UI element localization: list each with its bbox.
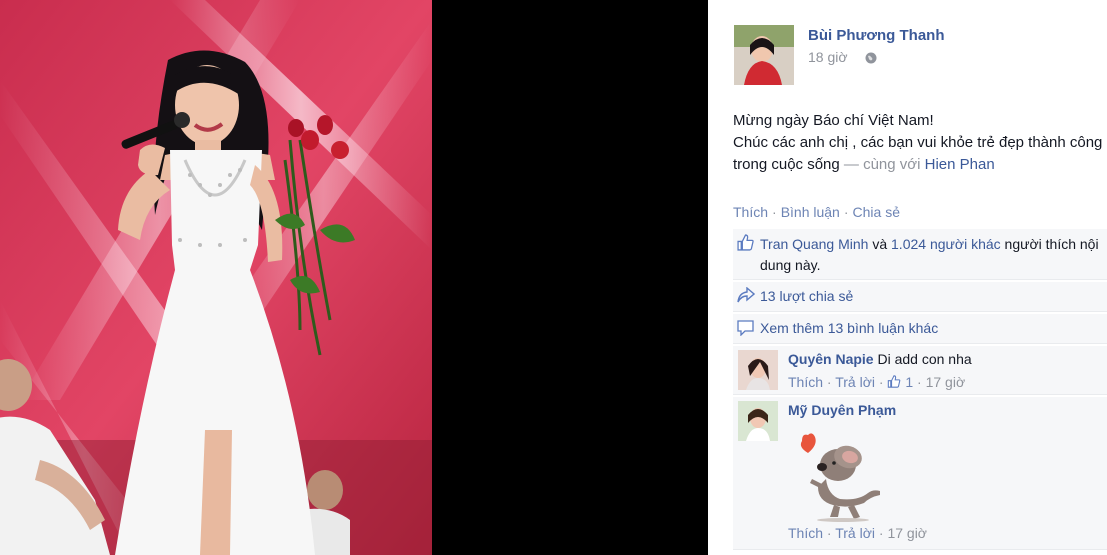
commenter-name[interactable]: Mỹ Duyên Phạm (788, 402, 896, 418)
author-name[interactable]: Bùi Phương Thanh (808, 27, 945, 44)
likes-summary: Tran Quang Minh và 1.024 người khác ngườ… (733, 229, 1107, 280)
comment-item: Mỹ Duyên Phạm Thích · Trả lời · 17 giờ (733, 397, 1107, 550)
separator: · (843, 204, 849, 220)
shares-row[interactable]: 13 lượt chia sẻ (733, 282, 1107, 312)
tagged-person[interactable]: Hien Phan (925, 156, 995, 173)
comment-text: Di add con nha (877, 351, 972, 367)
comment-content: Mỹ Duyên Phạm (788, 402, 896, 418)
commenter-avatar[interactable] (738, 401, 778, 441)
post-message: Mừng ngày Báo chí Việt Nam! Chúc các anh… (733, 110, 1103, 176)
separator: · (878, 374, 884, 390)
likes-and: và (872, 236, 888, 252)
separator: · (826, 374, 832, 390)
comment-link[interactable]: Bình luận (781, 204, 840, 220)
comment-like-link[interactable]: Thích (788, 374, 823, 390)
thumbs-up-icon (887, 374, 901, 390)
shares-count[interactable]: 13 lượt chia sẻ (760, 288, 853, 304)
with-prefix: — cùng với (843, 156, 921, 173)
post-actions: Thích · Bình luận · Chia sẻ (733, 204, 900, 220)
others-link[interactable]: 1.024 người khác (891, 236, 1001, 252)
concert-photo-image (0, 0, 432, 555)
comment-time[interactable]: 17 giờ (926, 374, 966, 390)
separator: · (878, 525, 884, 541)
author-avatar-image (734, 25, 794, 85)
commenter-avatar-image (738, 401, 778, 441)
comment-reply-link[interactable]: Trả lời (835, 374, 875, 390)
first-liker[interactable]: Tran Quang Minh (760, 236, 868, 252)
commenter-name[interactable]: Quyên Napie (788, 351, 874, 367)
post-text-line1: Mừng ngày Báo chí Việt Nam! (733, 112, 934, 129)
author-avatar[interactable] (734, 25, 794, 85)
post-time[interactable]: 18 giờ (808, 49, 848, 65)
comment-item: Quyên Napie Di add con nha Thích · Trả l… (733, 346, 1107, 395)
koala-heart-sticker (800, 433, 880, 522)
separator: · (917, 374, 922, 390)
comment-reply-link[interactable]: Trả lời (835, 525, 875, 541)
comment-like-count[interactable]: 1 (905, 374, 913, 390)
comment-time[interactable]: 17 giờ (887, 525, 927, 541)
likes-text: Tran Quang Minh và 1.024 người khác ngườ… (760, 234, 1107, 276)
separator: · (826, 525, 832, 541)
comment-content: Quyên Napie Di add con nha (788, 351, 972, 367)
comment-bubble-icon (737, 320, 754, 339)
commenter-avatar-image (738, 350, 778, 390)
post-panel: Bùi Phương Thanh 18 giờ Mừng ngày Báo ch… (708, 0, 1107, 555)
comment-like-link[interactable]: Thích (788, 525, 823, 541)
globe-icon[interactable] (865, 51, 877, 69)
separator: · (772, 204, 777, 220)
feedback-box: Tran Quang Minh và 1.024 người khác ngườ… (733, 229, 1107, 550)
more-comments-row[interactable]: Xem thêm 13 bình luận khác (733, 314, 1107, 344)
post-photo[interactable] (0, 0, 432, 555)
share-arrow-icon (737, 286, 756, 306)
thumbs-up-icon (737, 234, 754, 254)
share-link[interactable]: Chia sẻ (853, 204, 900, 220)
like-link[interactable]: Thích (733, 204, 768, 220)
comment-meta: Thích · Trả lời · 1 · 17 giờ (788, 374, 965, 390)
more-comments-link[interactable]: Xem thêm 13 bình luận khác (760, 320, 938, 336)
photo-viewer-backdrop (432, 0, 708, 555)
comment-meta: Thích · Trả lời · 17 giờ (788, 525, 927, 541)
commenter-avatar[interactable] (738, 350, 778, 390)
